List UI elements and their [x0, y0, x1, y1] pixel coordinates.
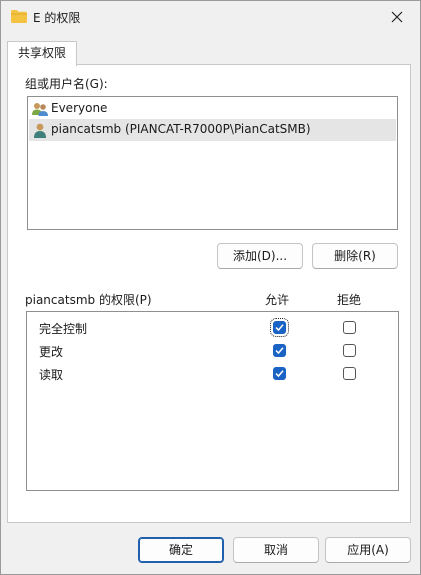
- list-item[interactable]: piancatsmb (PIANCAT-R7000P\PianCatSMB): [29, 119, 396, 141]
- permission-name: 更改: [39, 345, 64, 359]
- user-icon: [32, 122, 48, 138]
- permission-name: 完全控制: [39, 322, 88, 336]
- checkmark-icon: [275, 370, 284, 378]
- list-item-label: piancatsmb (PIANCAT-R7000P\PianCatSMB): [51, 122, 311, 136]
- window-title: E 的权限: [33, 11, 81, 25]
- users-group-icon: [32, 101, 48, 117]
- checkmark-icon: [275, 347, 284, 355]
- deny-checkbox-full-control[interactable]: [343, 321, 356, 334]
- ok-button[interactable]: 确定: [138, 537, 224, 563]
- title-bar: E 的权限: [1, 1, 420, 33]
- deny-checkbox-read[interactable]: [343, 367, 356, 380]
- groups-listbox[interactable]: Everyone piancatsmb (PIANCAT-R7000P\Pian…: [27, 96, 398, 230]
- permission-name: 读取: [39, 368, 64, 382]
- allow-column-header: 允许: [265, 293, 290, 307]
- apply-button[interactable]: 应用(A): [325, 537, 411, 563]
- permissions-dialog: E 的权限 共享权限 组或用户名(G): Everyone piancatsmb…: [0, 0, 421, 575]
- deny-column-header: 拒绝: [337, 293, 362, 307]
- list-item[interactable]: Everyone: [29, 98, 396, 120]
- permissions-list: 完全控制 更改 读取: [26, 311, 399, 491]
- permission-row: 更改: [27, 340, 398, 362]
- add-button[interactable]: 添加(D)...: [217, 243, 303, 269]
- cancel-button[interactable]: 取消: [233, 537, 319, 563]
- deny-checkbox-change[interactable]: [343, 344, 356, 357]
- remove-button[interactable]: 删除(R): [312, 243, 398, 269]
- list-item-label: Everyone: [51, 101, 108, 115]
- allow-checkbox-full-control[interactable]: [270, 318, 289, 337]
- folder-icon: [11, 10, 27, 23]
- checkmark-icon: [275, 324, 284, 332]
- tab-share-permissions[interactable]: 共享权限: [7, 41, 77, 66]
- groups-label: 组或用户名(G):: [25, 77, 108, 91]
- permission-row: 读取: [27, 363, 398, 385]
- tab-panel: 组或用户名(G): Everyone piancatsmb (PIANCAT-R…: [7, 64, 411, 523]
- allow-checkbox-read[interactable]: [273, 367, 286, 380]
- allow-checkbox-change[interactable]: [273, 344, 286, 357]
- permission-row: 完全控制: [27, 317, 398, 339]
- close-icon: [391, 11, 403, 23]
- permissions-label: piancatsmb 的权限(P): [25, 293, 152, 307]
- close-button[interactable]: [374, 1, 420, 33]
